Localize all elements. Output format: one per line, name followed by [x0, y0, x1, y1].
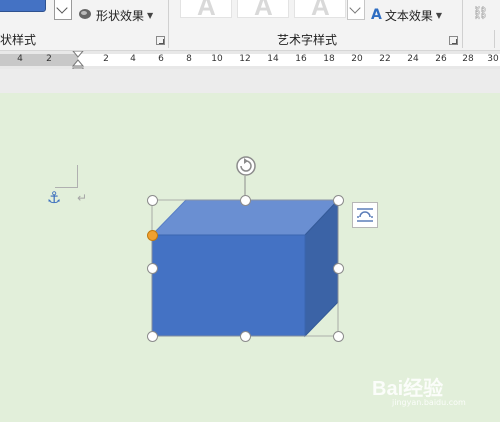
layout-options-icon	[357, 208, 373, 222]
resize-handle-left[interactable]	[147, 263, 158, 274]
watermark: Bai经验	[372, 378, 444, 400]
resize-handle-bottom[interactable]	[240, 331, 251, 342]
resize-handle-top-left[interactable]	[147, 195, 158, 206]
resize-handle-bottom-left[interactable]	[147, 331, 158, 342]
watermark-url: jingyan.baidu.com	[392, 398, 466, 407]
resize-handle-right[interactable]	[333, 263, 344, 274]
rotate-icon[interactable]	[235, 155, 257, 177]
resize-handle-top-right[interactable]	[333, 195, 344, 206]
adjust-handle[interactable]	[147, 230, 158, 241]
box-shape[interactable]	[0, 0, 500, 422]
layout-options-button[interactable]	[352, 202, 378, 228]
resize-handle-top[interactable]	[240, 195, 251, 206]
resize-handle-bottom-right[interactable]	[333, 331, 344, 342]
